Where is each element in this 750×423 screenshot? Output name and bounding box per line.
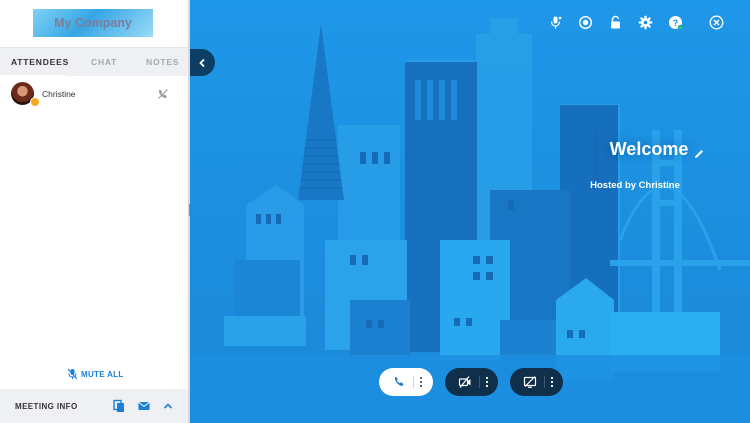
sidebar: My Company ATTENDEES CHAT NOTES Christin… xyxy=(0,0,189,423)
control-separator xyxy=(544,376,545,388)
company-logo: My Company xyxy=(33,9,153,37)
city-skyline-illustration xyxy=(190,0,750,423)
record-icon[interactable] xyxy=(578,15,593,30)
meeting-title: Welcome xyxy=(609,139,689,159)
tab-chat[interactable]: CHAT xyxy=(91,48,117,76)
microphone-icon[interactable] xyxy=(548,15,563,30)
mute-all-label: MUTE ALL xyxy=(81,369,124,379)
host-crown-icon xyxy=(30,97,40,107)
attendee-row[interactable]: Christine xyxy=(0,80,189,110)
sidebar-tabs: ATTENDEES CHAT NOTES xyxy=(0,47,189,77)
control-separator xyxy=(479,376,480,388)
meeting-app: My Company ATTENDEES CHAT NOTES Christin… xyxy=(0,0,750,423)
unlock-icon[interactable] xyxy=(608,15,623,30)
phone-disconnected-icon[interactable] xyxy=(157,88,169,100)
meeting-info-bar: MEETING INFO xyxy=(0,389,189,423)
screenshare-off-icon xyxy=(523,376,537,388)
close-icon[interactable] xyxy=(709,15,724,30)
mic-muted-icon xyxy=(67,368,78,380)
edit-pencil-icon[interactable] xyxy=(693,148,705,160)
tab-attendees[interactable]: ATTENDEES xyxy=(11,48,69,76)
phone-icon xyxy=(394,376,404,386)
mute-all-button[interactable]: MUTE ALL xyxy=(67,367,124,381)
tab-notes[interactable]: NOTES xyxy=(146,48,179,76)
more-options-icon[interactable] xyxy=(418,375,424,389)
company-logo-text: My Company xyxy=(54,16,132,30)
more-options-icon[interactable] xyxy=(484,375,490,389)
screenshare-control-button[interactable] xyxy=(510,368,563,396)
help-icon[interactable]: ? xyxy=(668,15,683,30)
meeting-stage: Welcome Hosted by Christine xyxy=(190,0,750,423)
mail-icon[interactable] xyxy=(137,399,151,413)
audio-control-button[interactable] xyxy=(379,368,433,396)
hosted-by-label: Hosted by Christine xyxy=(590,180,680,191)
svg-text:?: ? xyxy=(673,18,679,28)
settings-gear-icon[interactable] xyxy=(638,15,653,30)
chevron-left-icon xyxy=(199,58,205,67)
video-control-button[interactable] xyxy=(445,368,498,396)
attendee-name: Christine xyxy=(42,89,76,99)
chevron-up-icon[interactable] xyxy=(161,399,175,413)
meeting-info-label: MEETING INFO xyxy=(15,402,78,411)
more-options-icon[interactable] xyxy=(549,375,555,389)
copy-icon[interactable] xyxy=(112,399,126,413)
camera-off-icon xyxy=(458,376,471,388)
control-separator xyxy=(413,376,414,388)
